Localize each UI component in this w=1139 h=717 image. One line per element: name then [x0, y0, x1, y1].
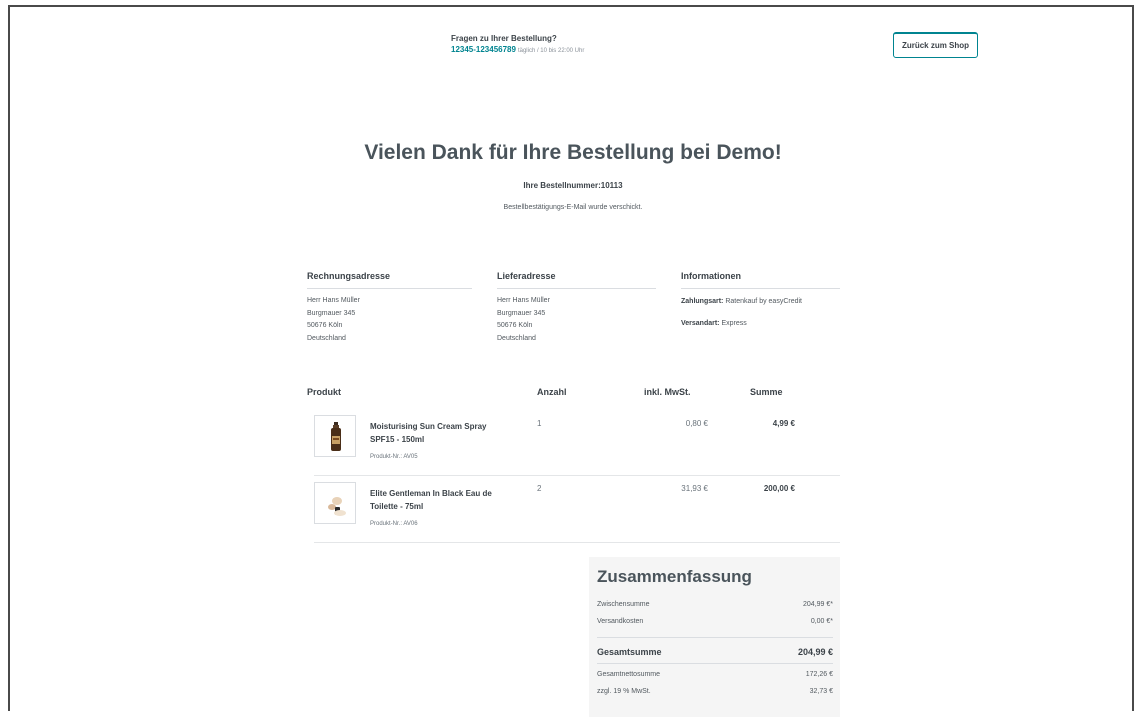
shipping-line: Herr Hans Müller — [497, 297, 550, 304]
vat-value: 32,73 € — [809, 688, 833, 695]
product-sku: Produkt-Nr.: AV06 — [370, 521, 418, 527]
shipping-cost-value: 0,00 €* — [810, 618, 833, 625]
product-name[interactable]: Moisturising Sun Cream Spray SPF15 - 150… — [370, 420, 505, 446]
shipping-method-value: Express — [721, 320, 747, 327]
page-title: Vielen Dank für Ihre Bestellung bei Demo… — [364, 141, 782, 164]
back-to-shop-button[interactable]: Zurück zum Shop — [893, 32, 978, 58]
column-header-product: Produkt — [307, 387, 342, 397]
information-heading: Informationen — [681, 271, 741, 281]
billing-line: 50676 Köln — [307, 322, 343, 329]
product-thumbnail[interactable] — [314, 415, 356, 457]
subtotal-value: 204,99 €* — [803, 601, 833, 608]
shipping-heading: Lieferadresse — [497, 271, 556, 281]
hotline-hours: täglich / 10 bis 22:00 Uhr — [517, 48, 585, 54]
perfume-icon — [328, 497, 346, 516]
mail-sent-notice: Bestellbestätigungs-E-Mail wurde verschi… — [503, 204, 643, 211]
vat-label: zzgl. 19 % MwSt. — [597, 688, 651, 695]
billing-line: Deutschland — [307, 334, 346, 342]
sun-spray-bottle-icon — [331, 422, 341, 451]
shipping-method-label: Versandart: — [681, 320, 720, 327]
shipping-divider — [497, 288, 656, 289]
payment-label: Zahlungsart: — [681, 298, 724, 305]
row-divider — [314, 475, 840, 476]
hotline: 12345-123456789 täglich / 10 bis 22:00 Uh… — [451, 45, 584, 54]
shipping-line: 50676 Köln — [497, 322, 533, 329]
shipping-address: Herr Hans Müller Burgmauer 345 50676 Köl… — [497, 295, 550, 345]
grand-total-label: Gesamtsumme — [597, 647, 662, 657]
subtotal-label: Zwischensumme — [597, 601, 650, 608]
product-total: 200,00 € — [763, 484, 795, 493]
product-name[interactable]: Elite Gentleman In Black Eau de Toilette… — [370, 487, 505, 513]
shipping-line: Burgmauer 345 — [497, 309, 546, 317]
net-total-value: 172,26 € — [805, 671, 833, 678]
column-header-quantity: Anzahl — [537, 387, 567, 397]
grand-total-value: 204,99 € — [797, 647, 833, 657]
column-header-total: Summe — [750, 387, 783, 397]
payment-method: Zahlungsart: Ratenkauf by easyCredit — [681, 298, 802, 305]
billing-heading: Rechnungsadresse — [307, 271, 391, 281]
shipping-line: Deutschland — [497, 334, 536, 342]
information-divider — [681, 288, 840, 289]
billing-line: Herr Hans Müller — [307, 297, 360, 304]
summary-title: Zusammenfassung — [597, 567, 752, 586]
product-total: 4,99 € — [772, 419, 795, 428]
payment-value: Ratenkauf by easyCredit — [725, 298, 802, 305]
product-quantity: 2 — [537, 484, 542, 493]
product-tax: 31,93 € — [681, 484, 708, 493]
product-tax: 0,80 € — [685, 419, 708, 428]
summary-divider — [597, 663, 833, 664]
net-total-label: Gesamtnettosumme — [597, 671, 661, 678]
order-number: Ihre Bestellnummer:10113 — [523, 181, 623, 190]
shipping-method: Versandart: Express — [681, 320, 747, 327]
billing-line: Burgmauer 345 — [307, 309, 356, 317]
column-header-tax: inkl. MwSt. — [644, 387, 691, 397]
product-sku: Produkt-Nr.: AV05 — [370, 454, 418, 460]
shipping-cost-label: Versandkosten — [597, 618, 644, 625]
billing-address: Herr Hans Müller Burgmauer 345 50676 Köl… — [307, 295, 360, 345]
hotline-question: Fragen zu Ihrer Bestellung? — [451, 34, 557, 43]
hotline-number-link[interactable]: 12345-123456789 — [451, 45, 516, 54]
product-quantity: 1 — [537, 419, 542, 428]
page-frame: Fragen zu Ihrer Bestellung? 12345-123456… — [8, 5, 1134, 717]
billing-divider — [307, 288, 472, 289]
product-thumbnail[interactable] — [314, 482, 356, 524]
order-summary: Zusammenfassung Zwischensumme 204,99 €* … — [589, 557, 840, 717]
row-divider — [314, 542, 840, 543]
summary-divider — [597, 637, 833, 638]
